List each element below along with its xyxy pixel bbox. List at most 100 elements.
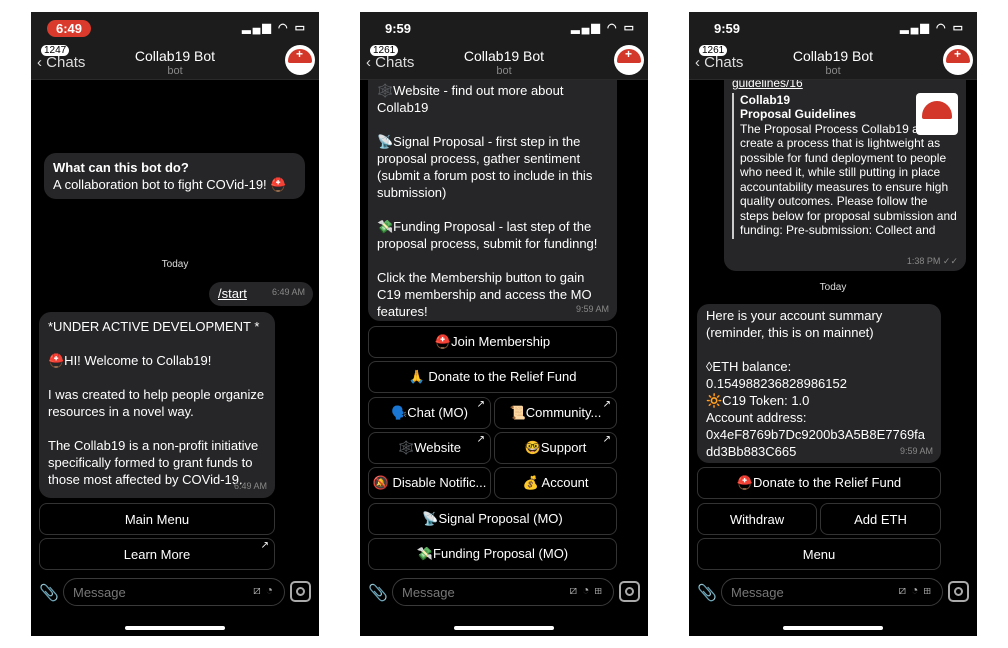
button-label: Menu [802,546,836,562]
link-preview[interactable]: Collab19 Proposal Guidelines The Proposa… [732,92,958,239]
external-link-icon: ↗ [602,434,611,445]
camera-icon[interactable] [290,581,311,602]
status-bar: 6:49 ▂▄▆ ◠ ▭ [31,12,319,44]
unread-badge: 1261 [699,45,728,56]
unread-badge: 1261 [370,45,399,56]
disable-notifications-button[interactable]: 🔕 Disable Notific... [368,467,491,499]
button-label: 💸Funding Proposal (MO) [416,546,569,561]
attach-icon[interactable]: 📎 [697,583,717,603]
start-command[interactable]: /start [218,286,247,301]
attach-icon[interactable]: 📎 [39,583,59,603]
button-label: 🔕 Disable Notific... [372,475,487,490]
clock: 6:49 [47,20,92,37]
funding-proposal-button[interactable]: 💸Funding Proposal (MO) [368,538,617,570]
menu-message: 🕸️Website - find out more about Collab19… [368,76,617,321]
command-sticker-keyboard-icons[interactable]: ⧄◔⊞ [569,583,607,598]
signal-wifi-battery-icon: ▂▄▆ ◠ ▭ [900,22,965,34]
chat-subtitle: bot [496,65,512,77]
message-line: ⛑️HI! Welcome to Collab19! [48,353,212,368]
link-message: guidelines/16 Collab19 Proposal Guidelin… [724,70,966,271]
phone-screen-3: 9:59 ▂▄▆ ◠ ▭ 1261 ‹ Chats Collab19 Bot bo… [689,12,977,636]
welcome-message: *UNDER ACTIVE DEVELOPMENT * ⛑️HI! Welcom… [39,312,275,498]
add-eth-button[interactable]: Add ETH [820,503,941,535]
clock: 9:59 [385,21,412,36]
unread-badge: 1247 [41,45,70,56]
date-separator: Today [161,259,189,270]
chat-title: Collab19 Bot [134,48,216,64]
button-label: 🕸️Website [398,440,461,455]
external-link-icon: ↗ [260,540,269,551]
account-summary-message: Here is your account summary (reminder, … [697,304,941,463]
account-button[interactable]: 💰 Account [494,467,617,499]
message-input[interactable]: Message ⧄◔⊞ [392,578,614,606]
chat-title: Collab19 Bot [792,48,874,64]
phone-screen-2: 9:59 ▂▄▆ ◠ ▭ 1261 ‹ Chats Collab19 Bot bo… [360,12,648,636]
button-label: 📡Signal Proposal (MO) [422,511,563,526]
bot-avatar[interactable] [614,45,644,75]
command-sticker-keyboard-icons[interactable]: ⧄◔⊞ [898,583,936,598]
external-link-icon: ↗ [476,399,485,410]
placeholder: Message [73,585,126,600]
withdraw-button[interactable]: Withdraw [697,503,817,535]
website-button[interactable]: 🕸️Website ↗ [368,432,491,464]
main-menu-button[interactable]: Main Menu [39,503,275,535]
message-line: 🕸️Website - find out more about Collab19 [377,83,564,115]
message-line: *UNDER ACTIVE DEVELOPMENT * [48,319,260,334]
external-link-icon: ↗ [602,399,611,410]
button-label: 📜Community... [509,405,602,420]
clock: 9:59 [714,21,741,36]
button-label: 🙏 Donate to the Relief Fund [408,369,577,384]
eth-balance: 0.154988236828986152 [706,376,847,391]
message-line: 📡Signal Proposal - first step in the pro… [377,134,593,200]
chat-header: 1261 ‹ Chats Collab19 Bot bot [689,44,977,80]
button-label: Add ETH [854,511,907,527]
message-line: Here is your account summary (reminder, … [706,308,883,340]
home-indicator [783,626,883,630]
chat-title: Collab19 Bot [463,48,545,64]
button-label: Withdraw [729,511,785,527]
camera-icon[interactable] [948,581,969,602]
learn-more-button[interactable]: Learn More ↗ [39,538,275,570]
donate-button[interactable]: 🙏 Donate to the Relief Fund [368,361,617,393]
message-line: I was created to help people organize re… [48,387,265,419]
message-line: Click the Membership button to gain C19 … [377,270,592,319]
menu-button[interactable]: Menu [697,538,941,570]
donate-button[interactable]: ⛑️Donate to the Relief Fund [697,467,941,499]
message-line: 💸Funding Proposal - last step of the pro… [377,219,598,251]
attach-icon[interactable]: 📎 [368,583,388,603]
home-indicator [125,626,225,630]
message-time: 9:59 AM [575,304,609,314]
join-membership-button[interactable]: ⛑️Join Membership [368,326,617,358]
chat-header: 1261 ‹ Chats Collab19 Bot bot [360,44,648,80]
account-address: 0x4eF8769b7Dc9200b3A5B8E7769fadd3Bb883C6… [706,427,926,459]
button-label: 🤓Support [524,440,587,455]
button-label: ⛑️Donate to the Relief Fund [736,475,902,490]
support-button[interactable]: 🤓Support ↗ [494,432,617,464]
message-time: 1:38 PM ✓✓ [906,255,958,266]
chat-header: 1247 ‹ Chats Collab19 Bot bot [31,44,319,80]
input-bar: 📎 Message ⧄◔⊞ [360,578,648,608]
message-line: ◊ETH balance: [706,359,792,374]
message-line: Account address: [706,410,807,425]
chat-mo-button[interactable]: 🗣️Chat (MO) ↗ [368,397,491,429]
outgoing-message: /start 6:49 AM [209,282,313,306]
button-label: ⛑️Join Membership [434,334,551,349]
camera-icon[interactable] [619,581,640,602]
button-label: 💰 Account [522,475,589,490]
bot-intro-bubble: What can this bot do? A collaboration bo… [44,153,305,199]
token-balance: 🔆C19 Token: 1.0 [706,393,810,408]
message-input[interactable]: Message ⧄◔⊞ [721,578,943,606]
button-label: 🗣️Chat (MO) [391,405,468,420]
external-link-icon: ↗ [476,434,485,445]
preview-text: The Proposal Process Collab19 aims to cr… [740,121,957,239]
signal-proposal-button[interactable]: 📡Signal Proposal (MO) [368,503,617,535]
bot-avatar[interactable] [943,45,973,75]
command-sticker-icons[interactable]: ⧄◔ [253,583,278,598]
signal-wifi-battery-icon: ▂▄▆ ◠ ▭ [571,22,636,34]
intro-text: A collaboration bot to fight COVid-19! ⛑… [53,177,287,192]
preview-thumbnail [916,92,958,135]
community-button[interactable]: 📜Community... ↗ [494,397,617,429]
message-input[interactable]: Message ⧄◔ [63,578,285,606]
date-separator: Today [819,282,847,293]
bot-avatar[interactable] [285,45,315,75]
